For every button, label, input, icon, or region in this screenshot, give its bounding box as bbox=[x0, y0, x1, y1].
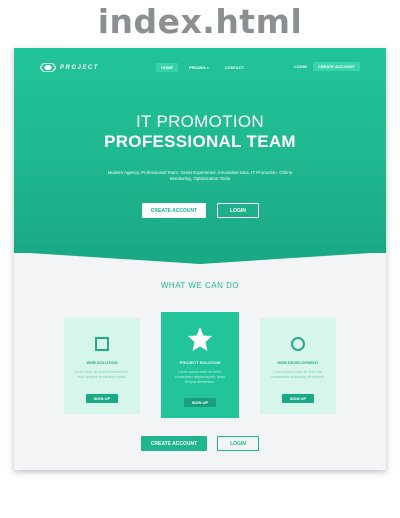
square-icon bbox=[95, 337, 109, 351]
nav-item-pricing[interactable]: PRICING ▾ bbox=[184, 63, 214, 72]
top-nav: PROJECT HOME PRICING ▾ CONTACT LOGIN CRE… bbox=[14, 60, 386, 76]
service-card-web-development: WEB DEVELOPMENT Lorem ipsum dolor sit am… bbox=[260, 318, 336, 414]
nav-links: HOME PRICING ▾ CONTACT bbox=[156, 63, 249, 72]
logo-icon bbox=[40, 63, 56, 72]
star-icon bbox=[188, 327, 212, 351]
card-title: WEB DEVELOPMENT bbox=[277, 360, 319, 365]
card-description: Lit elit dolor sit amet et elementum, nu… bbox=[74, 370, 130, 379]
file-title: index.html bbox=[97, 2, 303, 41]
website-mockup: PROJECT HOME PRICING ▾ CONTACT LOGIN CRE… bbox=[14, 48, 386, 470]
card-signup-button[interactable]: SIGN UP bbox=[184, 398, 216, 407]
card-signup-button[interactable]: SIGN UP bbox=[86, 394, 118, 403]
service-card-web-solution: WEB SOLUTION Lit elit dolor sit amet et … bbox=[64, 318, 140, 414]
hero-section: PROJECT HOME PRICING ▾ CONTACT LOGIN CRE… bbox=[14, 48, 386, 253]
card-title: PROJECT SOLUTION bbox=[179, 360, 221, 365]
bottom-login-button[interactable]: LOGIN bbox=[217, 436, 259, 451]
hero-login-button[interactable]: LOGIN bbox=[217, 203, 259, 218]
card-description: Lorem ipsum dolor sit amet elit, consect… bbox=[271, 370, 325, 379]
bottom-create-account-button[interactable]: CREATE ACCOUNT bbox=[141, 436, 207, 451]
nav-actions: LOGIN CREATE ACCOUNT bbox=[294, 62, 360, 71]
hero-title-line2: PROFESSIONAL TEAM bbox=[104, 132, 296, 151]
circle-icon bbox=[291, 337, 305, 351]
nav-item-contact[interactable]: CONTACT bbox=[220, 63, 249, 72]
hero-title-line1: IT PROMOTION bbox=[136, 112, 264, 131]
hero-description: Modern Agency, Professional Team, Great … bbox=[107, 170, 293, 181]
logo-text: PROJECT bbox=[60, 64, 99, 71]
service-card-project-solution: PROJECT SOLUTION Lorem ipsum dolor sit a… bbox=[161, 312, 239, 418]
services-title: WHAT WE CAN DO bbox=[160, 281, 240, 290]
card-title: WEB SOLUTION bbox=[86, 360, 118, 365]
hero-divider-shape bbox=[14, 244, 386, 264]
card-description: Lorem ipsum dolor sit amet, consectetur … bbox=[174, 370, 226, 384]
hero-create-account-button[interactable]: CREATE ACCOUNT bbox=[142, 203, 206, 218]
nav-login-link[interactable]: LOGIN bbox=[294, 64, 307, 69]
nav-create-account-button[interactable]: CREATE ACCOUNT bbox=[312, 62, 360, 71]
logo[interactable]: PROJECT bbox=[40, 63, 99, 72]
nav-item-home[interactable]: HOME bbox=[156, 63, 178, 72]
card-signup-button[interactable]: SIGN UP bbox=[282, 394, 314, 403]
